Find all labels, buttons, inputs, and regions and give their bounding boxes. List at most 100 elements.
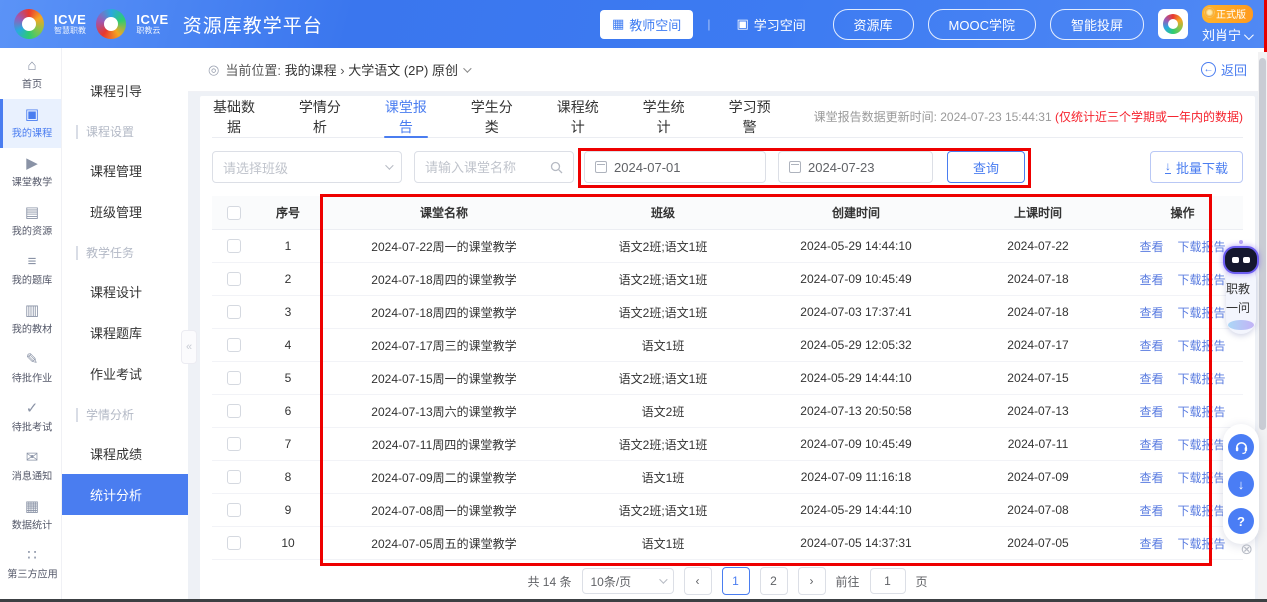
rail-item-pending-homework[interactable]: ✎ 待批作业 [0,344,61,393]
col-header-class-time: 上课时间 [954,204,1122,221]
tab-course-statistics[interactable]: 课程统计 [556,96,600,138]
row-checkbox[interactable] [227,371,241,385]
page-number-button[interactable]: 1 [722,567,750,595]
row-checkbox[interactable] [227,470,241,484]
download-report-link[interactable]: 下载报告 [1178,337,1226,354]
download-report-link[interactable]: 下载报告 [1178,403,1226,420]
rail-item-data-statistics[interactable]: ▦ 数据统计 [0,491,61,540]
table-row: 2 2024-07-18周四的课堂教学 语文2班;语文1班 2024-07-09… [212,263,1243,296]
batch-download-button[interactable]: ↓ 批量下载 [1150,151,1243,183]
smart-cast-button[interactable]: 智能投屏 [1050,9,1144,40]
download-report-link[interactable]: 下载报告 [1178,238,1226,255]
rail-item-home[interactable]: ⌂ 首页 [0,50,61,99]
next-page-button[interactable]: › [798,567,826,595]
row-created-time: 2024-07-03 17:37:41 [758,305,954,319]
view-link[interactable]: 查看 [1139,403,1163,420]
help-button[interactable]: ? [1228,508,1254,534]
start-date-picker[interactable]: 2024-07-01 [584,151,766,183]
row-checkbox[interactable] [227,404,241,418]
user-menu[interactable]: 刘肖宁 [1202,25,1251,44]
select-all-checkbox[interactable] [227,206,241,220]
view-link[interactable]: 查看 [1139,238,1163,255]
rail-item-my-resources[interactable]: ▤ 我的资源 [0,197,61,246]
row-checkbox[interactable] [227,536,241,550]
download-report-link[interactable]: 下载报告 [1178,469,1226,486]
rail-item-pending-exams[interactable]: ✓ 待批考试 [0,393,61,442]
rail-item-classroom-teaching[interactable]: ▶ 课堂教学 [0,148,61,197]
sidebar-item-course-management[interactable]: 课程管理 [62,150,188,191]
close-floating-toolbar-button[interactable]: ⊗ [1240,540,1253,558]
learning-space-button[interactable]: ▣ 学习空间 [724,10,817,39]
row-class-name: 2024-07-13周六的课堂教学 [320,403,568,420]
table-row: 4 2024-07-17周三的课堂教学 语文1班 2024-05-29 12:0… [212,329,1243,362]
end-date-picker[interactable]: 2024-07-23 [778,151,933,183]
tab-class-report[interactable]: 课堂报告 [384,96,428,138]
row-checkbox[interactable] [227,338,241,352]
tab-learning-warning[interactable]: 学习预警 [728,96,772,138]
logo-primary-sub: 智慧职教 [54,27,86,35]
search-icon[interactable] [550,161,573,174]
sidebar-item-class-management[interactable]: 班级管理 [62,191,188,232]
row-class-group: 语文1班 [568,337,758,354]
view-link[interactable]: 查看 [1139,535,1163,552]
download-report-link[interactable]: 下载报告 [1178,271,1226,288]
sidebar-item-course-guide[interactable]: 课程引导 [62,70,188,111]
view-link[interactable]: 查看 [1139,502,1163,519]
avatar[interactable] [1158,9,1188,39]
download-report-link[interactable]: 下载报告 [1178,304,1226,321]
classroom-teaching-icon: ▶ [26,156,38,171]
rail-item-my-question-bank[interactable]: ≡ 我的题库 [0,246,61,295]
sidebar-collapse-button[interactable]: « [181,330,197,364]
row-checkbox[interactable] [227,503,241,517]
row-checkbox[interactable] [227,239,241,253]
breadcrumb-current[interactable]: 大学语文 (2P) 原创 [348,63,458,78]
rail-item-notifications[interactable]: ✉ 消息通知 [0,442,61,491]
download-report-link[interactable]: 下载报告 [1178,535,1226,552]
sidebar-item-homework-exam[interactable]: 作业考试 [62,353,188,394]
rail-item-my-courses[interactable]: ▣ 我的课程 [0,99,61,148]
page-number-button[interactable]: 2 [760,567,788,595]
top-bar: ICVE 智慧职教 ICVE 职教云 资源库教学平台 ▦ 教师空间 | ▣ 学习… [0,0,1267,48]
view-link[interactable]: 查看 [1139,436,1163,453]
view-link[interactable]: 查看 [1139,304,1163,321]
course-dropdown-chevron-icon[interactable] [463,64,471,72]
row-class-time: 2024-07-13 [954,404,1122,418]
sidebar-item-course-design[interactable]: 课程设计 [62,271,188,312]
class-select[interactable]: 请选择班级 [212,151,402,183]
view-link[interactable]: 查看 [1139,337,1163,354]
download-report-link[interactable]: 下载报告 [1178,436,1226,453]
page-size-select[interactable]: 10条/页 [582,568,674,594]
teacher-space-button[interactable]: ▦ 教师空间 [600,10,693,39]
view-link[interactable]: 查看 [1139,370,1163,387]
download-report-link[interactable]: 下载报告 [1178,502,1226,519]
ai-assistant-widget[interactable]: 职教一问 [1220,240,1262,334]
view-link[interactable]: 查看 [1139,271,1163,288]
row-class-group: 语文2班;语文1班 [568,238,758,255]
download-center-button[interactable]: ↓ [1228,471,1254,497]
sidebar-item-statistical-analysis[interactable]: 统计分析 [62,474,188,515]
row-checkbox[interactable] [227,437,241,451]
breadcrumb-parent[interactable]: 我的课程 [285,63,337,78]
rail-item-my-textbooks[interactable]: ▥ 我的教材 [0,295,61,344]
query-button[interactable]: 查询 [947,151,1025,183]
sidebar-item-course-grades[interactable]: 课程成绩 [62,433,188,474]
row-checkbox[interactable] [227,272,241,286]
tab-learning-analysis[interactable]: 学情分析 [298,96,342,138]
my-courses-icon: ▣ [25,107,39,122]
view-link[interactable]: 查看 [1139,469,1163,486]
class-name-input[interactable] [415,160,533,175]
goto-page-input[interactable] [870,568,906,594]
rail-item-third-party-apps[interactable]: ∷ 第三方应用 [0,540,61,589]
back-button[interactable]: ← 返回 [1201,60,1247,79]
tab-student-classification[interactable]: 学生分类 [470,96,514,138]
row-index: 10 [256,536,320,550]
tab-student-statistics[interactable]: 学生统计 [642,96,686,138]
resource-library-button[interactable]: 资源库 [833,9,914,40]
mooc-academy-button[interactable]: MOOC学院 [928,9,1036,40]
customer-service-button[interactable] [1228,434,1254,460]
download-report-link[interactable]: 下载报告 [1178,370,1226,387]
tab-basic-data[interactable]: 基础数据 [212,96,256,138]
row-checkbox[interactable] [227,305,241,319]
sidebar-item-course-question-bank[interactable]: 课程题库 [62,312,188,353]
prev-page-button[interactable]: ‹ [684,567,712,595]
